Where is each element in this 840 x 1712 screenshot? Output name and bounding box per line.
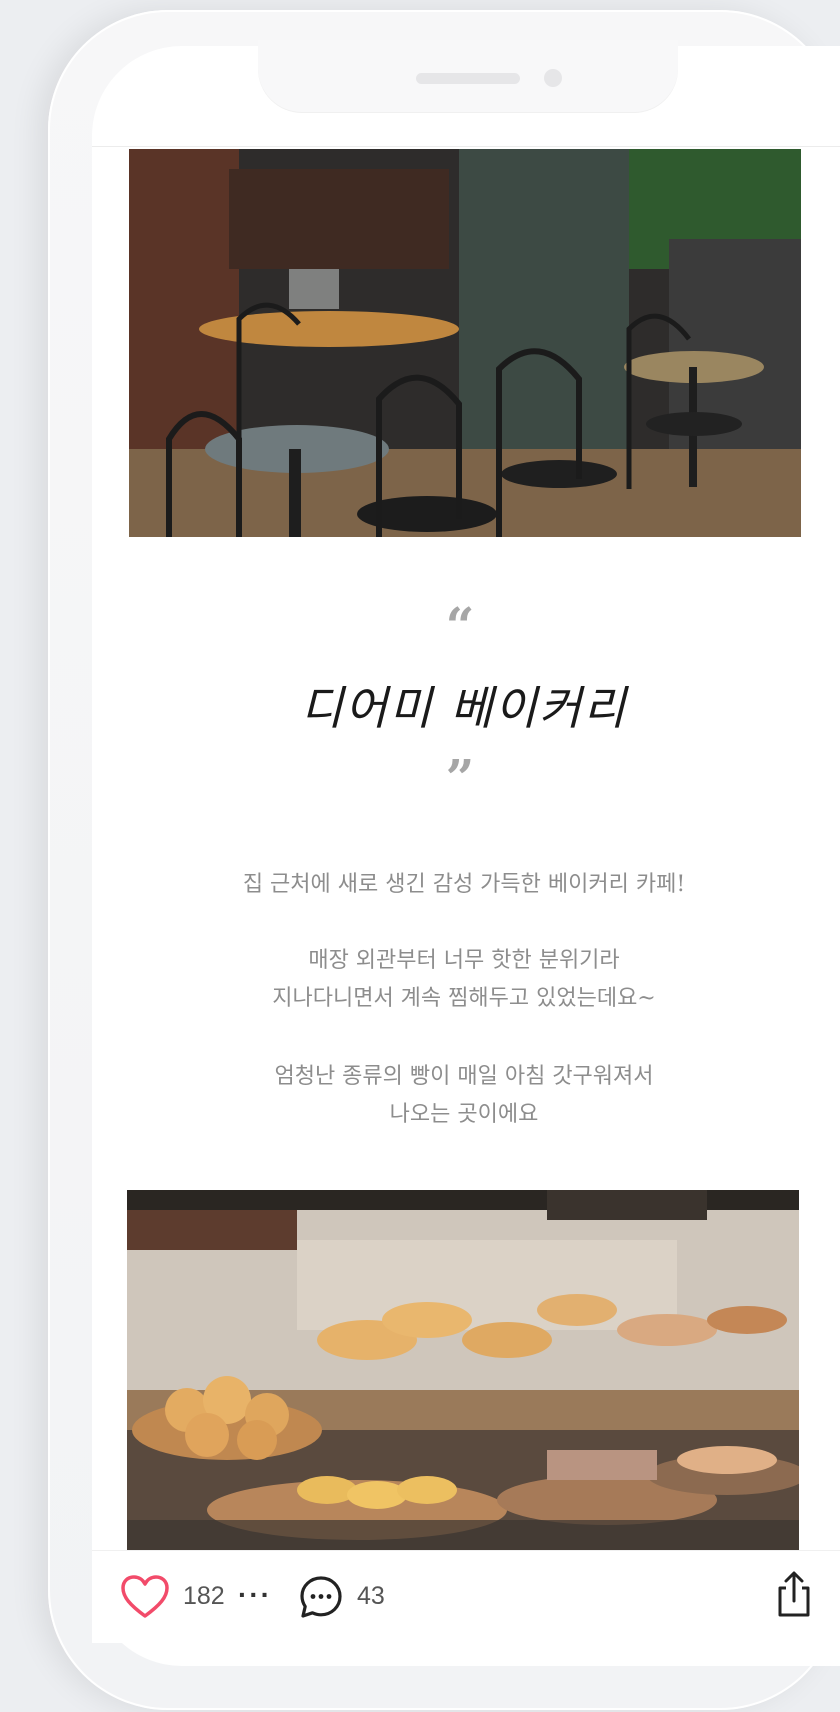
share-icon[interactable]	[772, 1570, 816, 1620]
front-camera	[544, 69, 562, 87]
post-paragraph-3-line-2: 나오는 곳이에요	[389, 1102, 539, 1127]
comment-count: 43	[357, 1582, 385, 1610]
post-paragraph-2-line-2: 지나다니면서 계속 찜해두고 있었는데요~	[272, 986, 656, 1011]
post-paragraph-3: 엄청난 종류의 빵이 매일 아침 갓구워져서 나오는 곳이에요	[0, 1058, 840, 1134]
comment-bubble-icon[interactable]	[298, 1574, 344, 1620]
like-count: 182	[183, 1582, 225, 1610]
bakery-display-photo	[127, 1190, 799, 1550]
post-paragraph-3-line-1: 엄청난 종류의 빵이 매일 아침 갓구워져서	[274, 1064, 654, 1089]
more-options-icon[interactable]: ···	[238, 1581, 272, 1609]
header-divider	[92, 146, 840, 147]
post-title: 디어미 베이커리	[300, 681, 628, 735]
quote-open-mark: “	[445, 596, 475, 655]
post-paragraph-2: 매장 외관부터 너무 핫한 분위기라 지나다니면서 계속 찜해두고 있었는데요~	[0, 942, 840, 1018]
speaker-grille	[416, 73, 520, 84]
quote-close-mark: ”	[445, 748, 475, 807]
cafe-interior-photo	[129, 149, 801, 537]
heart-icon[interactable]	[120, 1574, 170, 1620]
post-paragraph-2-line-1: 매장 외관부터 너무 핫한 분위기라	[308, 948, 620, 973]
post-paragraph-1: 집 근처에 새로 생긴 감성 가득한 베이커리 카페!	[242, 872, 686, 897]
